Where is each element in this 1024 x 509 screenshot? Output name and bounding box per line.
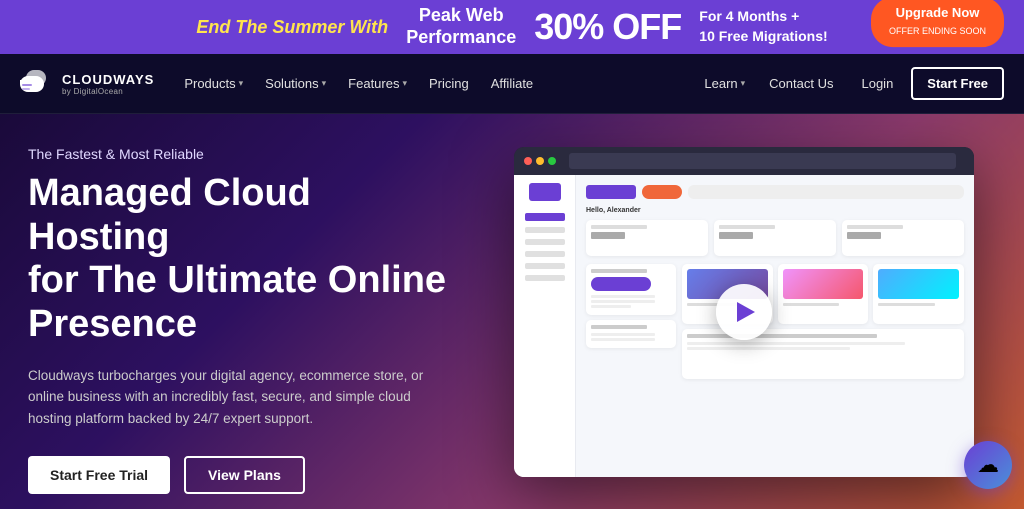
screenshot-bottom-card [682,329,964,379]
screenshot-stats-row [586,220,964,256]
screenshot-panel-card [586,320,676,348]
screenshot-topbar [586,185,964,199]
screenshot-app-card [873,264,964,324]
nav-right: Learn ▾ Contact Us Login Start Free [694,54,1004,114]
navbar: CLOUDWAYS by DigitalOcean Products ▾ Sol… [0,54,1024,114]
url-bar [569,153,956,169]
banner-months-text: For 4 Months + 10 Free Migrations! [699,7,827,46]
product-screenshot: Hello, Alexander [514,147,974,477]
hero-buttons: Start Free Trial View Plans [28,456,450,494]
logo[interactable]: CLOUDWAYS by DigitalOcean [20,70,154,98]
screenshot-search [688,185,964,199]
nav-item-features[interactable]: Features ▾ [338,54,417,114]
screenshot-content-area [586,264,964,379]
chevron-down-icon: ▾ [239,78,244,89]
screenshot-nav-item [525,213,565,221]
window-controls [524,157,556,165]
login-button[interactable]: Login [847,76,907,91]
start-free-trial-button[interactable]: Start Free Trial [28,456,170,494]
screenshot-stat-box [586,220,708,256]
upgrade-now-button[interactable]: Upgrade Now OFFER ENDING SOON [871,0,1004,47]
logo-text: CLOUDWAYS by DigitalOcean [62,72,154,96]
maximize-window-dot [548,157,556,165]
nav-item-contact[interactable]: Contact Us [759,54,843,114]
screenshot-sidebar-logo [529,183,561,201]
top-banner: End The Summer With Peak Web Performance… [0,0,1024,54]
banner-end-summer-text: End The Summer With [196,17,388,38]
nav-item-learn[interactable]: Learn ▾ [694,54,755,114]
hero-description: Cloudways turbocharges your digital agen… [28,365,450,430]
screenshot-nav-item [525,275,565,281]
nav-links: Products ▾ Solutions ▾ Features ▾ Pricin… [174,54,694,114]
play-icon [737,302,755,322]
cloudways-logo-icon [20,70,54,98]
screenshot-main-area: Hello, Alexander [576,175,974,477]
nav-item-solutions[interactable]: Solutions ▾ [255,54,336,114]
chevron-down-icon: ▾ [741,78,746,89]
hero-left: The Fastest & Most Reliable Managed Clou… [0,114,480,509]
banner-peak-perf-text: Peak Web Performance [406,5,516,48]
screenshot-panel-card [586,264,676,315]
screenshot-topbar-btn [642,185,682,199]
start-free-button[interactable]: Start Free [911,67,1004,100]
screenshot-nav-item [525,263,565,269]
screenshot-nav-item [525,251,565,257]
close-window-dot [524,157,532,165]
screenshot-nav-item [525,227,565,233]
screenshot-app-card [778,264,869,324]
view-plans-button[interactable]: View Plans [184,456,305,494]
screenshot-greeting: Hello, Alexander [586,207,964,214]
banner-discount-text: 30% OFF [534,6,681,48]
screenshot-nav-item [525,239,565,245]
screenshot-stat-box [842,220,964,256]
nav-item-affiliate[interactable]: Affiliate [481,54,543,114]
chevron-down-icon: ▾ [322,78,327,89]
screenshot-left-panel [586,264,676,379]
hero-right: Hello, Alexander [480,114,1024,509]
cloud-orb-decoration: ☁ [964,441,1012,489]
play-button[interactable] [716,284,772,340]
hero-subtitle: The Fastest & Most Reliable [28,146,450,162]
hero-title: Managed Cloud Hostingfor The Ultimate On… [28,172,450,347]
screenshot-sidebar [514,175,576,477]
hero-section: The Fastest & Most Reliable Managed Clou… [0,114,1024,509]
minimize-window-dot [536,157,544,165]
screenshot-stat-box [714,220,836,256]
nav-item-pricing[interactable]: Pricing [419,54,479,114]
screenshot-titlebar [514,147,974,175]
nav-item-products[interactable]: Products ▾ [174,54,253,114]
chevron-down-icon: ▾ [402,78,407,89]
screenshot-topbar-logo [586,185,636,199]
